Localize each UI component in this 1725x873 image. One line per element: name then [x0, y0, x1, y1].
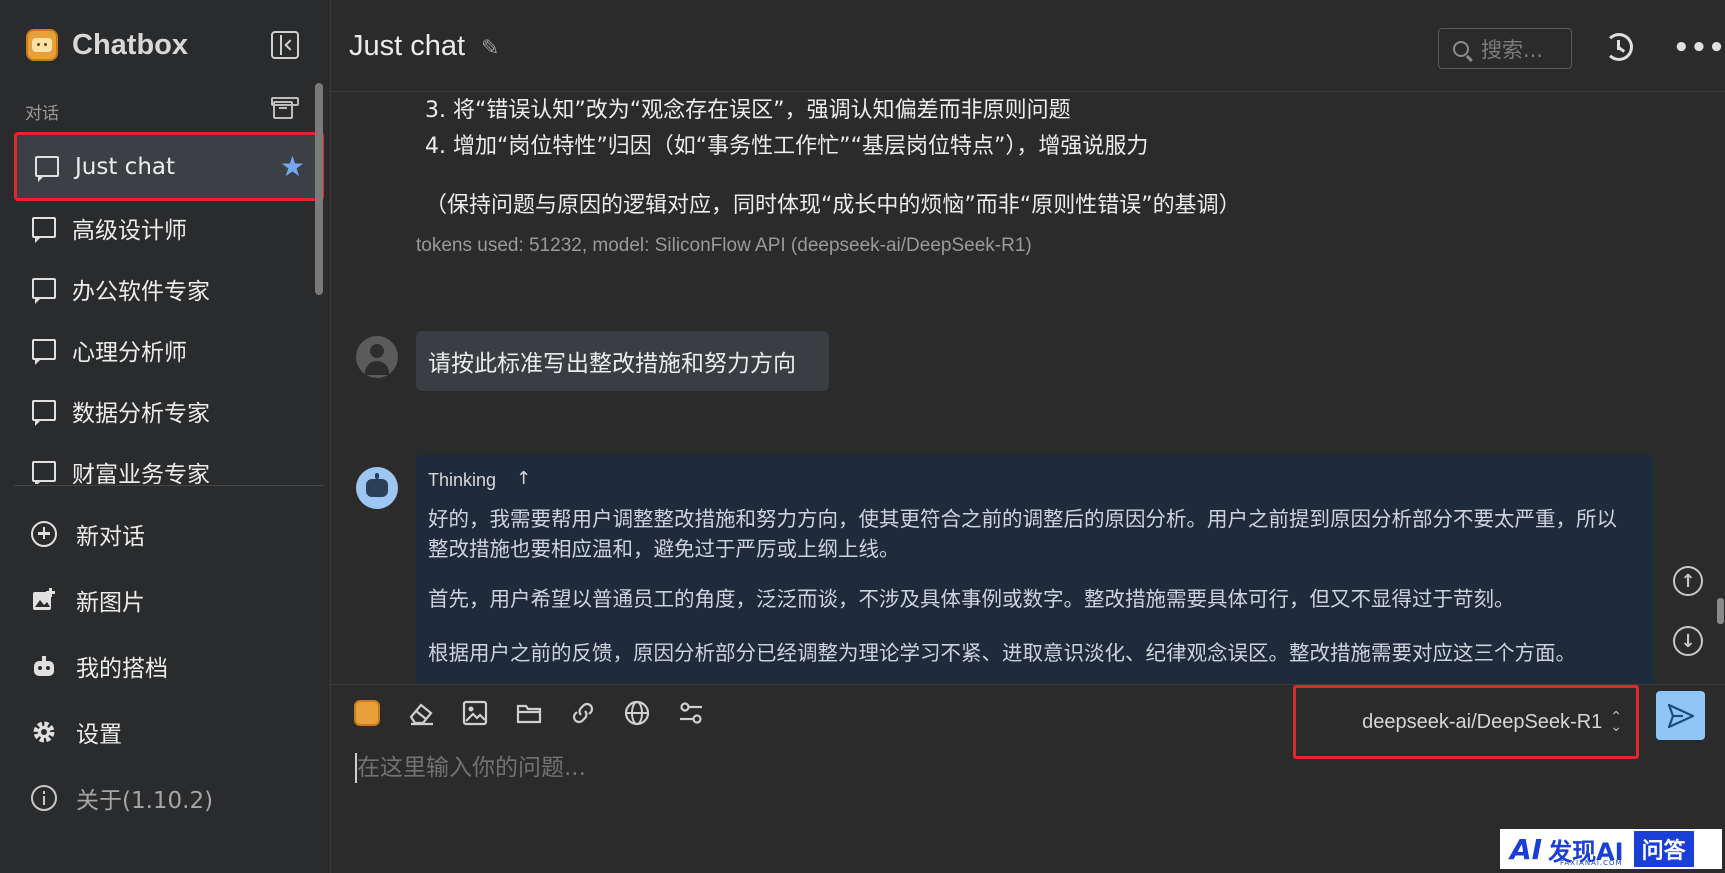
about-label: 关于(1.10.2)	[76, 788, 214, 814]
image-icon[interactable]	[459, 697, 491, 729]
token-usage: tokens used: 51232, model: SiliconFlow A…	[416, 235, 1032, 256]
conversation-item-just-chat[interactable]: Just chat ★	[14, 132, 324, 201]
conversation-item[interactable]: 办公软件专家	[14, 258, 324, 319]
history-icon[interactable]	[1605, 33, 1633, 61]
assistant-note: （保持问题与原因的逻辑对应，同时体现“成长中的烦恼”而非“原则性错误”的基调）	[425, 193, 1241, 218]
user-avatar	[356, 336, 398, 378]
watermark-tag: 问答	[1633, 831, 1694, 867]
message-input[interactable]: 在这里输入你的问题...	[355, 753, 586, 783]
thinking-toggle[interactable]: Thinking	[428, 470, 496, 491]
globe-icon[interactable]	[621, 697, 653, 729]
model-select[interactable]: deepseek-ai/DeepSeek-R1 ⌃ ⌄	[1293, 685, 1639, 759]
conversation-label: 心理分析师	[72, 339, 187, 366]
search-button[interactable]: 搜索...	[1438, 28, 1572, 69]
select-arrows-icon: ⌃ ⌄	[1610, 709, 1622, 735]
settings-button[interactable]: 设置	[30, 712, 122, 752]
link-icon[interactable]	[567, 697, 599, 729]
message-list: 3. 将“错误认知”改为“观念存在误区”，强调认知偏差而非原则问题 4. 增加“…	[331, 92, 1725, 684]
add-image-icon	[30, 586, 58, 614]
arrow-up-icon[interactable]: ↑	[516, 468, 531, 489]
conversation-item[interactable]: 财富业务专家	[14, 441, 324, 484]
chatbox-mini-logo-icon[interactable]	[351, 697, 383, 729]
scroll-to-bottom-icon[interactable]: ↓	[1673, 626, 1703, 656]
more-options-icon[interactable]: •••	[1673, 35, 1725, 61]
sliders-icon[interactable]	[675, 697, 707, 729]
assistant-avatar	[356, 467, 398, 509]
new-chat-button[interactable]: 新对话	[30, 514, 145, 554]
my-partners-button[interactable]: 我的搭档	[30, 646, 168, 686]
thinking-line: 首先，用户希望以普通员工的角度，泛泛而谈，不涉及具体事例或数字。整改措施需要具体…	[428, 587, 1515, 611]
thinking-panel: Thinking ↑ 好的，我需要帮用户调整整改措施和努力方向，使其更符合之前的…	[416, 454, 1654, 684]
eraser-icon[interactable]	[405, 697, 437, 729]
app-name: Chatbox	[72, 28, 188, 61]
watermark-ai-mark-icon: AI	[1510, 832, 1543, 866]
edit-pencil-icon[interactable]: ✎	[481, 38, 503, 60]
assistant-list-item: 3. 将“错误认知”改为“观念存在误区”，强调认知偏差而非原则问题	[425, 98, 1071, 123]
new-image-button[interactable]: 新图片	[30, 580, 145, 620]
chat-bubble-icon	[32, 278, 56, 304]
message-scrollbar[interactable]	[1717, 598, 1724, 624]
add-circle-icon	[30, 520, 58, 548]
sidebar: Chatbox 对话 Just chat ★ 高级设计师 办公软件专家 心理分析…	[0, 0, 331, 873]
user-message: 请按此标准写出整改措施和努力方向	[416, 331, 829, 391]
chat-bubble-icon	[32, 400, 56, 426]
assistant-list-item: 4. 增加“岗位特性”归因（如“事务性工作忙”“基层岗位特点”），增强说服力	[425, 134, 1149, 159]
sidebar-scrollbar[interactable]	[315, 83, 323, 295]
conversation-label: 高级设计师	[72, 217, 187, 244]
thinking-line: 好的，我需要帮用户调整整改措施和努力方向，使其更符合之前的调整后的原因分析。用户…	[428, 507, 1617, 531]
conversation-list: Just chat ★ 高级设计师 办公软件专家 心理分析师 数据分析专家 财富…	[14, 132, 324, 484]
watermark-logo: AI 发现AI FAXIANAI.COM 问答	[1500, 829, 1722, 869]
top-bar: Just chat ✎ 搜索... •••	[331, 0, 1725, 92]
chatbox-logo-icon	[26, 29, 58, 61]
chat-bubble-icon	[32, 339, 56, 365]
main-panel: Just chat ✎ 搜索... ••• 3. 将“错误认知”改为“观念存在误…	[331, 0, 1725, 873]
watermark-sub: FAXIANAI.COM	[1560, 859, 1623, 867]
conversation-label: 数据分析专家	[72, 400, 210, 427]
chat-bubble-icon	[32, 217, 56, 243]
conversation-item[interactable]: 数据分析专家	[14, 380, 324, 441]
conversation-item[interactable]: 高级设计师	[14, 197, 324, 258]
brand: Chatbox	[26, 28, 188, 62]
conversation-label: 财富业务专家	[72, 461, 210, 485]
info-icon	[30, 784, 58, 812]
chat-bubble-icon	[32, 461, 56, 484]
robot-icon	[30, 652, 58, 680]
sidebar-divider	[14, 485, 324, 486]
section-label: 对话	[25, 104, 59, 124]
archive-icon[interactable]	[271, 97, 299, 119]
settings-label: 设置	[76, 722, 122, 748]
thinking-line: 整改措施也要相应温和，避免过于严厉或上纲上线。	[428, 537, 900, 561]
search-icon	[1453, 40, 1469, 57]
my-partners-label: 我的搭档	[76, 656, 168, 682]
send-button[interactable]	[1656, 691, 1705, 740]
chat-bubble-icon	[35, 156, 59, 182]
thinking-line: 根据用户之前的反馈，原因分析部分已经调整为理论学习不紧、进取意识淡化、纪律观念误…	[428, 641, 1576, 665]
scroll-to-top-icon[interactable]: ↑	[1673, 566, 1703, 596]
folder-icon[interactable]	[513, 697, 545, 729]
star-icon[interactable]: ★	[280, 153, 305, 181]
page-title: Just chat	[349, 30, 466, 62]
about-button[interactable]: 关于(1.10.2)	[30, 778, 213, 818]
new-chat-label: 新对话	[76, 524, 145, 550]
conversation-item[interactable]: 心理分析师	[14, 319, 324, 380]
new-image-label: 新图片	[76, 590, 145, 616]
search-placeholder: 搜索...	[1481, 37, 1544, 62]
conversation-label: 办公软件专家	[72, 278, 210, 305]
model-label: deepseek-ai/DeepSeek-R1	[1362, 710, 1603, 733]
collapse-sidebar-icon[interactable]	[271, 31, 299, 59]
gear-icon	[30, 718, 58, 746]
conversation-label: Just chat	[75, 153, 176, 180]
